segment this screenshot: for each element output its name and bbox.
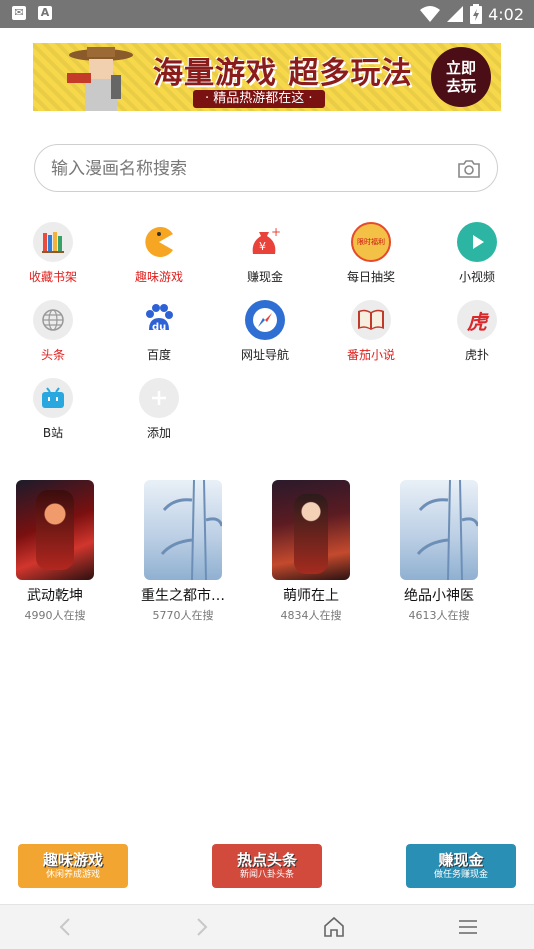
banner-subtitle: · 精品热游都在这 · [193,90,325,108]
home-icon[interactable] [322,915,346,939]
shortcut-headlines[interactable]: 头条 [0,300,106,370]
book-search-count: 5770人在搜 [152,609,214,622]
shortcut-games[interactable]: 趣味游戏 [106,222,212,292]
hupu-badge: 虎 [467,309,487,334]
shortcut-add[interactable]: 添加 [106,378,212,448]
shortcut-label: 每日抽奖 [346,270,395,284]
bookshelf-icon [33,222,73,262]
shortcut-tomato-novel[interactable]: 番茄小说 [318,300,424,370]
cta-line-2: 去玩 [445,77,476,95]
shortcut-short-video[interactable]: 小视频 [424,222,530,292]
hupu-icon: 虎 [457,300,497,340]
shortcut-label: B站 [42,426,64,440]
book-cover [144,480,222,580]
clock: 4:02 [488,4,524,24]
bilibili-tv-icon [33,378,73,418]
ad-title: 赚现金 [438,851,484,869]
book-card[interactable]: 绝品小神医 4613人在搜 [387,480,491,623]
game-banner-ad[interactable]: 海量游戏 超多玩法 · 精品热游都在这 · 立即 去玩 [33,43,501,111]
menu-icon[interactable] [456,915,480,939]
shortcut-lottery[interactable]: 限时福利 每日抽奖 [318,222,424,292]
book-title: 绝品小神医 [404,588,474,604]
book-card[interactable]: 萌师在上 4834人在搜 [259,480,363,623]
open-book-icon [351,300,391,340]
play-now-button[interactable]: 立即 去玩 [431,47,491,107]
ad-title: 趣味游戏 [42,851,103,869]
a-icon: A [38,6,52,20]
cowboy-character-icon [67,47,133,111]
bottom-nav-bar [0,904,534,949]
lottery-badge: 限时福利 [357,238,385,246]
ad-subtitle: 休闲养成游戏 [45,870,100,880]
status-bar: ✉ A 4:02 [0,0,534,28]
shortcut-label: 趣味游戏 [134,270,183,284]
shortcut-bilibili[interactable]: B站 [0,378,106,448]
ad-fun-games[interactable]: 趣味游戏 休闲养成游戏 [18,844,128,888]
book-cover [16,480,94,580]
shortcut-label: 头条 [40,348,65,362]
book-title: 重生之都市… [141,588,225,604]
shortcut-label: 番茄小说 [346,348,395,362]
cta-line-1: 立即 [445,59,476,77]
play-icon [457,222,497,262]
book-card[interactable]: 重生之都市… 5770人在搜 [131,480,235,623]
shortcut-label: 百度 [146,348,171,362]
camera-icon[interactable] [457,159,481,179]
svg-text:du: du [152,322,166,333]
battery-icon [470,4,483,24]
shortcut-label: 收藏书架 [28,270,77,284]
ad-hot-headlines[interactable]: 热点头条 新闻八卦头条 [212,844,322,888]
book-cover [400,480,478,580]
book-search-count: 4613人在搜 [408,609,470,622]
compass-icon [245,300,285,340]
shortcut-label: 添加 [146,426,171,440]
book-search-count: 4834人在搜 [280,609,342,622]
bottom-ad-row: 趣味游戏 休闲养成游戏 热点头条 新闻八卦头条 赚现金 做任务赚现金 [0,844,534,890]
baidu-paw-icon: du [139,300,179,340]
book-search-count: 4990人在搜 [24,609,86,622]
shortcut-label: 小视频 [458,270,495,284]
svg-text:+: + [271,225,281,239]
ad-subtitle: 新闻八卦头条 [239,870,294,880]
lottery-wheel-icon: 限时福利 [351,222,391,262]
shortcut-bookshelf[interactable]: 收藏书架 [0,222,106,292]
shortcut-earn-cash[interactable]: ¥ + 赚现金 [212,222,318,292]
book-card[interactable]: 武动乾坤 4990人在搜 [3,480,107,623]
svg-text:¥: ¥ [259,240,266,253]
forward-icon[interactable] [189,915,213,939]
book-title: 萌师在上 [283,588,339,604]
wifi-icon [420,6,441,22]
shortcut-url-nav[interactable]: 网址导航 [212,300,318,370]
banner-title: 海量游戏 超多玩法 [153,56,413,91]
shortcut-label: 网址导航 [240,348,289,362]
shortcut-hupu[interactable]: 虎 虎扑 [424,300,530,370]
back-icon[interactable] [54,915,78,939]
signal-icon [447,6,464,22]
ad-earn-cash[interactable]: 赚现金 做任务赚现金 [406,844,516,888]
shortcut-baidu[interactable]: du 百度 [106,300,212,370]
search-input[interactable] [49,155,453,183]
book-title: 武动乾坤 [27,588,83,604]
mail-icon: ✉ [12,6,26,20]
globe-icon [33,300,73,340]
shortcut-label: 虎扑 [464,348,489,362]
ad-title: 热点头条 [236,851,297,869]
book-cover [272,480,350,580]
ad-subtitle: 做任务赚现金 [433,870,488,880]
shortcut-label: 赚现金 [246,270,283,284]
pacman-icon [139,222,179,262]
money-bag-icon: ¥ + [245,222,285,262]
search-bar[interactable] [34,144,498,192]
plus-icon [139,378,179,418]
